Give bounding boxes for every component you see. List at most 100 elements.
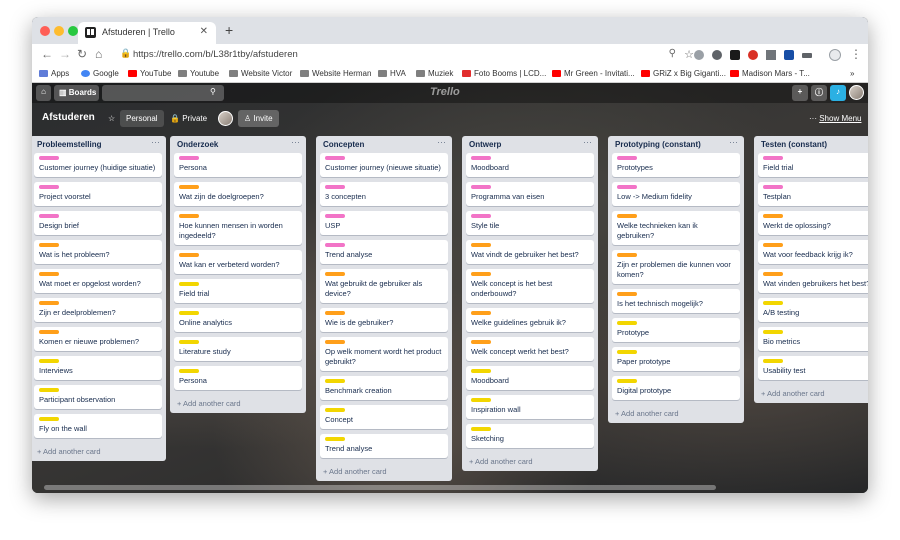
boards-button[interactable]: ▥ Boards xyxy=(54,85,99,101)
card[interactable]: Paper prototype xyxy=(612,347,740,371)
list-menu-icon[interactable]: ··· xyxy=(729,137,738,147)
list-title[interactable]: Concepten xyxy=(323,140,364,149)
minimize-window-button[interactable] xyxy=(54,26,64,36)
card-label-pink[interactable] xyxy=(179,156,199,160)
list-title[interactable]: Ontwerp xyxy=(469,140,501,149)
card-label-yellow[interactable] xyxy=(763,301,783,305)
list-header[interactable]: Probleemstelling ··· xyxy=(32,136,166,153)
card[interactable]: Komen er nieuwe problemen? xyxy=(34,327,162,351)
list-menu-icon[interactable]: ··· xyxy=(583,137,592,147)
card[interactable]: Wat voor feedback krijg ik? xyxy=(758,240,868,264)
card-label-orange[interactable] xyxy=(179,185,199,189)
card[interactable]: Programma van eisen xyxy=(466,182,594,206)
bookmark-foto-booms[interactable]: Foto Booms | LCD... xyxy=(462,69,546,78)
card[interactable]: Sketching xyxy=(466,424,594,448)
card[interactable]: Customer journey (huidige situatie) xyxy=(34,153,162,177)
card-label-yellow[interactable] xyxy=(325,408,345,412)
home-icon[interactable]: ⌂ xyxy=(36,85,51,101)
card[interactable]: Wat gebruikt de gebruiker als device? xyxy=(320,269,448,303)
card[interactable]: Field trial xyxy=(174,279,302,303)
card-label-pink[interactable] xyxy=(39,185,59,189)
card-label-pink[interactable] xyxy=(471,156,491,160)
card[interactable]: Prototype xyxy=(612,318,740,342)
card[interactable]: Persona xyxy=(174,366,302,390)
bookmark-star-icon[interactable]: ☆ xyxy=(684,48,694,61)
card-label-pink[interactable] xyxy=(471,185,491,189)
card-label-yellow[interactable] xyxy=(471,427,491,431)
tab-close-icon[interactable]: ✕ xyxy=(200,26,208,37)
card-label-orange[interactable] xyxy=(471,340,491,344)
list-column[interactable]: Testen (constant)··· Field trial Testplan W… xyxy=(754,136,868,403)
more-bookmarks-icon[interactable]: » xyxy=(850,69,854,78)
card[interactable]: USP xyxy=(320,211,448,235)
card[interactable]: Usability test xyxy=(758,356,868,380)
card-label-pink[interactable] xyxy=(39,214,59,218)
card[interactable]: Welke technieken kan ik gebruiken? xyxy=(612,211,740,245)
card[interactable]: Prototypes xyxy=(612,153,740,177)
bookmark-mr-green[interactable]: Mr Green - Invitati... xyxy=(552,69,635,78)
add-card-button[interactable]: + Add another card xyxy=(32,443,166,461)
card-label-pink[interactable] xyxy=(39,156,59,160)
card-label-yellow[interactable] xyxy=(617,350,637,354)
list-header[interactable]: Concepten ··· xyxy=(316,136,452,153)
card[interactable]: Bio metrics xyxy=(758,327,868,351)
card-label-orange[interactable] xyxy=(39,243,59,247)
extension-icon[interactable] xyxy=(712,50,722,60)
card-label-orange[interactable] xyxy=(39,330,59,334)
card-label-orange[interactable] xyxy=(325,272,345,276)
list-header[interactable]: Onderzoek ··· xyxy=(170,136,306,153)
card-label-yellow[interactable] xyxy=(471,398,491,402)
card[interactable]: Zijn er deelproblemen? xyxy=(34,298,162,322)
card-label-pink[interactable] xyxy=(325,214,345,218)
list-column[interactable]: Ontwerp ··· Moodboard Programma van eisen St… xyxy=(462,136,598,471)
user-avatar[interactable] xyxy=(849,85,864,100)
card[interactable]: Welk concept is het best onderbouwd? xyxy=(466,269,594,303)
board-title[interactable]: Afstuderen xyxy=(42,112,95,123)
card-label-yellow[interactable] xyxy=(179,340,199,344)
star-board-icon[interactable]: ☆ xyxy=(102,110,121,127)
list-column[interactable]: Onderzoek ··· Persona Wat zijn de doelgroep… xyxy=(170,136,306,413)
card-label-pink[interactable] xyxy=(617,156,637,160)
card-label-orange[interactable] xyxy=(471,311,491,315)
card-label-orange[interactable] xyxy=(763,272,783,276)
add-card-button[interactable]: + Add another card xyxy=(462,453,598,471)
card[interactable]: Fly on the wall xyxy=(34,414,162,438)
extension-icon[interactable] xyxy=(730,50,740,60)
card[interactable]: Inspiration wall xyxy=(466,395,594,419)
card[interactable]: Wat moet er opgelost worden? xyxy=(34,269,162,293)
card[interactable]: Online analytics xyxy=(174,308,302,332)
profile-icon[interactable] xyxy=(829,49,841,61)
card[interactable]: Welk concept werkt het best? xyxy=(466,337,594,361)
card-label-yellow[interactable] xyxy=(617,379,637,383)
card-label-pink[interactable] xyxy=(325,243,345,247)
card[interactable]: Persona xyxy=(174,153,302,177)
trello-logo[interactable]: Trello xyxy=(430,86,460,98)
card[interactable]: Wie is de gebruiker? xyxy=(320,308,448,332)
show-menu-button[interactable]: ··· Show Menu xyxy=(803,110,867,127)
card[interactable]: Trend analyse xyxy=(320,240,448,264)
card[interactable]: Werkt de oplossing? xyxy=(758,211,868,235)
card-label-yellow[interactable] xyxy=(39,359,59,363)
card-label-yellow[interactable] xyxy=(179,282,199,286)
add-card-button[interactable]: + Add another card xyxy=(754,385,868,403)
bookmark-madison-mars[interactable]: Madison Mars - T... xyxy=(730,69,810,78)
card[interactable]: Style tile xyxy=(466,211,594,235)
card-label-pink[interactable] xyxy=(763,156,783,160)
card-label-yellow[interactable] xyxy=(39,388,59,392)
member-avatar[interactable] xyxy=(218,111,233,126)
card[interactable]: 3 concepten xyxy=(320,182,448,206)
list-column[interactable]: Concepten ··· Customer journey (nieuwe sit… xyxy=(316,136,452,481)
card[interactable]: Is het technisch mogelijk? xyxy=(612,289,740,313)
card-label-yellow[interactable] xyxy=(179,311,199,315)
forward-icon[interactable]: → xyxy=(59,47,71,61)
card[interactable]: Digital prototype xyxy=(612,376,740,400)
url-bar[interactable]: 🔒 https://trello.com/b/L38r1tby/afstuder… xyxy=(116,46,696,64)
card-label-orange[interactable] xyxy=(471,243,491,247)
card-label-yellow[interactable] xyxy=(763,330,783,334)
team-button[interactable]: Personal xyxy=(120,110,164,127)
card[interactable]: Wat zijn de doelgroepen? xyxy=(174,182,302,206)
card[interactable]: Participant observation xyxy=(34,385,162,409)
bookmark-website-victor[interactable]: Website Victor xyxy=(229,69,292,78)
card-label-orange[interactable] xyxy=(325,340,345,344)
card-label-orange[interactable] xyxy=(763,243,783,247)
